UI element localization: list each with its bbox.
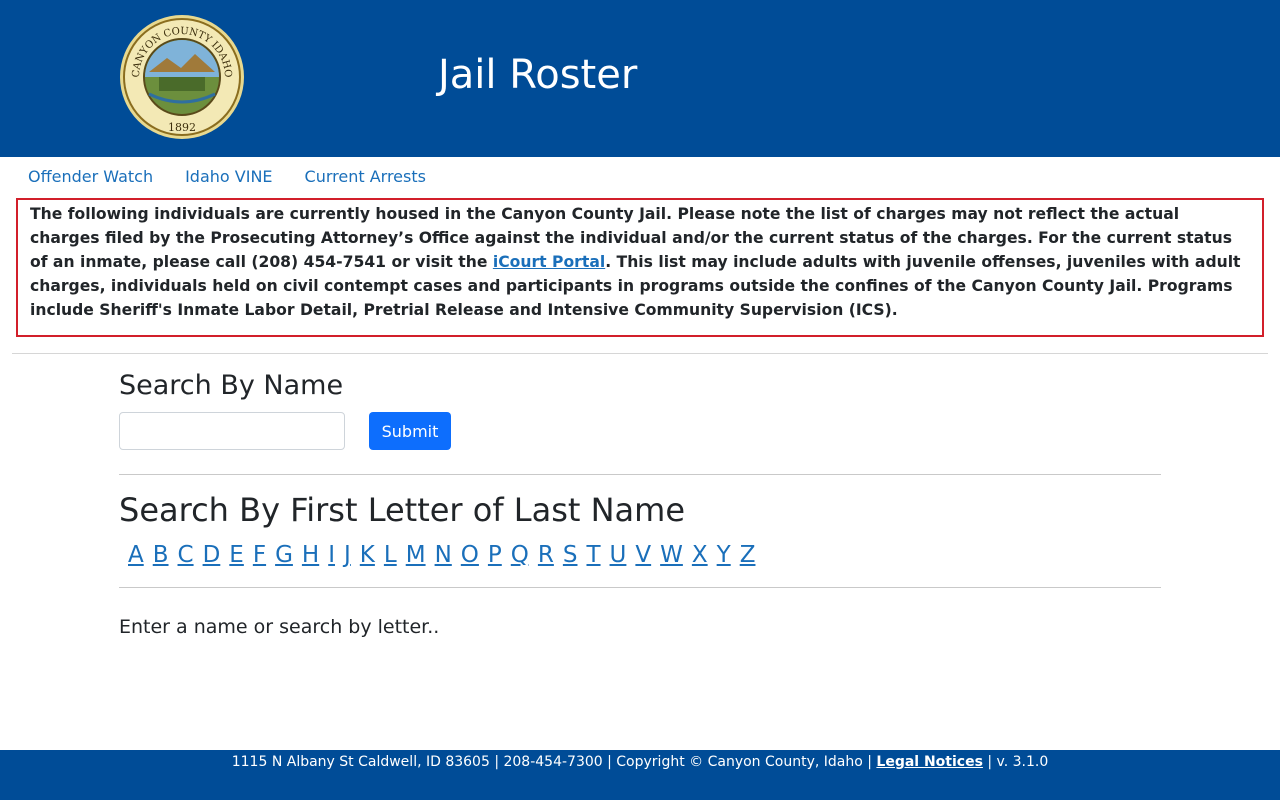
letter-link-f[interactable]: F — [253, 540, 266, 570]
results-hint: Enter a name or search by letter.. — [119, 616, 440, 638]
letter-link-e[interactable]: E — [229, 540, 244, 570]
county-seal-icon[interactable]: CANYON COUNTY IDAHO 1892 — [119, 14, 245, 140]
divider — [119, 474, 1161, 475]
divider — [12, 353, 1268, 354]
letter-link-g[interactable]: G — [275, 540, 293, 570]
search-by-letter-heading: Search By First Letter of Last Name — [119, 491, 685, 529]
letter-link-t[interactable]: T — [586, 540, 600, 570]
letter-link-c[interactable]: C — [178, 540, 194, 570]
icourt-portal-link[interactable]: iCourt Portal — [493, 253, 605, 271]
letter-links: ABCDEFGHIJKLMNOPQRSTUVWXYZ — [128, 540, 764, 570]
letter-link-s[interactable]: S — [563, 540, 578, 570]
site-header: CANYON COUNTY IDAHO 1892 Jail Roster — [0, 0, 1280, 157]
page-title: Jail Roster — [438, 52, 638, 98]
letter-link-h[interactable]: H — [302, 540, 319, 570]
name-search-input[interactable] — [119, 412, 345, 450]
letter-link-k[interactable]: K — [360, 540, 375, 570]
letter-link-m[interactable]: M — [406, 540, 426, 570]
site-footer: 1115 N Albany St Caldwell, ID 83605 | 20… — [0, 750, 1280, 800]
letter-link-y[interactable]: Y — [717, 540, 731, 570]
seal-year: 1892 — [168, 121, 196, 134]
letter-link-b[interactable]: B — [153, 540, 169, 570]
footer-version: | v. 3.1.0 — [982, 754, 1049, 770]
search-by-name-heading: Search By Name — [119, 370, 344, 401]
letter-link-v[interactable]: V — [635, 540, 651, 570]
letter-link-p[interactable]: P — [488, 540, 502, 570]
letter-link-q[interactable]: Q — [511, 540, 529, 570]
letter-link-r[interactable]: R — [538, 540, 554, 570]
letter-link-l[interactable]: L — [384, 540, 397, 570]
divider — [119, 587, 1161, 588]
footer-address: 1115 N Albany St Caldwell, ID 83605 | 20… — [231, 754, 877, 770]
submit-button[interactable]: Submit — [369, 412, 451, 450]
top-nav: Offender Watch Idaho VINE Current Arrest… — [28, 166, 458, 188]
nav-idaho-vine[interactable]: Idaho VINE — [185, 166, 272, 188]
letter-link-z[interactable]: Z — [740, 540, 756, 570]
letter-link-d[interactable]: D — [203, 540, 221, 570]
letter-link-o[interactable]: O — [461, 540, 479, 570]
letter-link-x[interactable]: X — [692, 540, 708, 570]
letter-link-u[interactable]: U — [610, 540, 627, 570]
legal-notices-link[interactable]: Legal Notices — [876, 754, 983, 770]
letter-link-n[interactable]: N — [435, 540, 452, 570]
nav-offender-watch[interactable]: Offender Watch — [28, 166, 153, 188]
jail-notice: The following individuals are currently … — [16, 198, 1264, 337]
letter-link-a[interactable]: A — [128, 540, 144, 570]
letter-link-w[interactable]: W — [660, 540, 683, 570]
nav-current-arrests[interactable]: Current Arrests — [305, 166, 426, 188]
letter-link-j[interactable]: J — [344, 540, 351, 570]
letter-link-i[interactable]: I — [328, 540, 335, 570]
